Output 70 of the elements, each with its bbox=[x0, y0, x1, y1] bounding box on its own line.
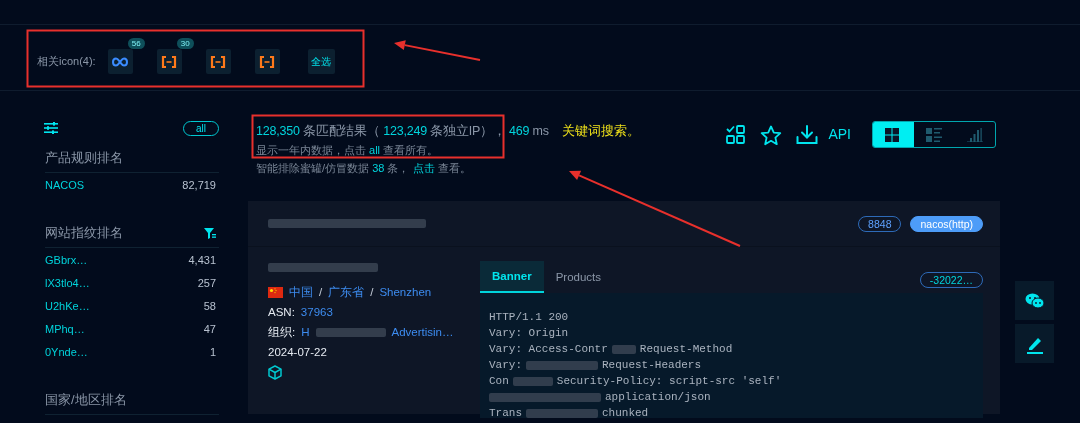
ranking-link[interactable]: 0Ynde… bbox=[45, 345, 88, 358]
time-range-note: 显示一年内数据，点击 all 查看所有。 bbox=[256, 143, 440, 158]
banner-text: Vary: bbox=[489, 359, 522, 371]
ranking-count: 47 bbox=[203, 322, 216, 335]
wechat-icon[interactable] bbox=[1015, 281, 1054, 320]
ranking-link[interactable]: MPhq… bbox=[45, 322, 85, 335]
redacted-block bbox=[526, 408, 598, 418]
ranking-count: 4,431 bbox=[188, 253, 216, 266]
section-title: 产品规则排名 bbox=[45, 149, 123, 167]
separator: / bbox=[319, 286, 323, 298]
org-link[interactable]: Advertisin… bbox=[391, 326, 454, 338]
location-link[interactable]: 广东省 bbox=[328, 284, 365, 300]
location-link[interactable]: 中国 bbox=[289, 284, 313, 300]
star-icon[interactable] bbox=[760, 125, 783, 146]
separator: / bbox=[370, 286, 374, 298]
tab[interactable]: Banner bbox=[480, 261, 544, 293]
ranking-count: 257 bbox=[197, 276, 216, 289]
honeypot-note: 智能排除蜜罐/仿冒数据 38 条， 点击 查看。 bbox=[256, 161, 472, 176]
ranking-link[interactable]: NACOS bbox=[45, 178, 85, 191]
view-link[interactable]: 点击 bbox=[412, 162, 435, 174]
banner-text: Request-Method bbox=[639, 343, 733, 355]
ranking-count: 58 bbox=[203, 299, 216, 312]
asn-link[interactable]: 37963 bbox=[300, 306, 333, 318]
redacted-block bbox=[611, 344, 636, 354]
banner-text: Con bbox=[489, 375, 509, 387]
edit-icon[interactable] bbox=[1015, 324, 1054, 363]
section-title: 网站指纹排名 bbox=[45, 224, 123, 242]
download-icon[interactable] bbox=[796, 125, 819, 145]
banner-text: Request-Headers bbox=[602, 359, 702, 371]
banner-text: chunked bbox=[602, 407, 649, 418]
banner-text: Vary: Origin bbox=[489, 327, 569, 339]
banner-text: HTTP/1.1 200 bbox=[489, 311, 569, 323]
icon-filter-label: 相关icon(4): bbox=[37, 54, 96, 69]
banner-text: Vary: Access-Contr bbox=[489, 343, 608, 355]
settings-icon[interactable] bbox=[44, 122, 58, 134]
tab[interactable]: Products bbox=[543, 261, 613, 293]
asn-label: ASN: bbox=[268, 306, 295, 318]
multi-select-icon[interactable] bbox=[726, 125, 747, 145]
redacted-block bbox=[315, 327, 386, 337]
annotation-text: 关键词搜索。 bbox=[562, 123, 640, 140]
redacted-block bbox=[512, 376, 553, 386]
all-link[interactable]: all bbox=[369, 144, 381, 156]
location-link[interactable]: Shenzhen bbox=[379, 286, 432, 298]
banner-text: application/json bbox=[605, 391, 711, 403]
date-text: 2024-07-22 bbox=[268, 345, 328, 360]
filter-icon[interactable] bbox=[204, 227, 216, 239]
infinity-icon[interactable] bbox=[107, 49, 133, 74]
banner-text: Trans bbox=[489, 407, 522, 418]
section-title: 国家/地区排名 bbox=[45, 391, 127, 409]
count-badge: 56 bbox=[127, 38, 145, 49]
ranking-link[interactable]: GBbrx… bbox=[45, 253, 88, 266]
grid-view-icon[interactable] bbox=[873, 122, 914, 147]
view-toggle[interactable] bbox=[872, 121, 996, 148]
ranking-count: 82,719 bbox=[182, 178, 216, 191]
banner-text: Security-Policy: script-src 'self' bbox=[556, 375, 782, 387]
cube-icon[interactable] bbox=[268, 364, 282, 380]
ranking-link[interactable]: lX3tlo4… bbox=[45, 276, 90, 289]
api-link[interactable]: API bbox=[828, 126, 851, 142]
org-link[interactable]: H bbox=[301, 326, 310, 338]
select-all-button[interactable]: 全选 bbox=[307, 49, 335, 74]
ranking-link[interactable]: U2hKe… bbox=[45, 299, 90, 312]
result-summary: 128,350 条匹配结果（ 123,249 条独立IP）， 469 ms bbox=[256, 123, 550, 140]
bracket-icon[interactable] bbox=[205, 49, 231, 74]
ranking-count: 1 bbox=[209, 345, 216, 358]
flag-icon bbox=[268, 286, 283, 298]
bracket-icon[interactable] bbox=[156, 49, 182, 74]
org-label: 组织: bbox=[268, 324, 296, 340]
bracket-icon[interactable] bbox=[254, 49, 280, 74]
redacted-block bbox=[526, 360, 598, 370]
count-badge: 30 bbox=[176, 38, 194, 49]
